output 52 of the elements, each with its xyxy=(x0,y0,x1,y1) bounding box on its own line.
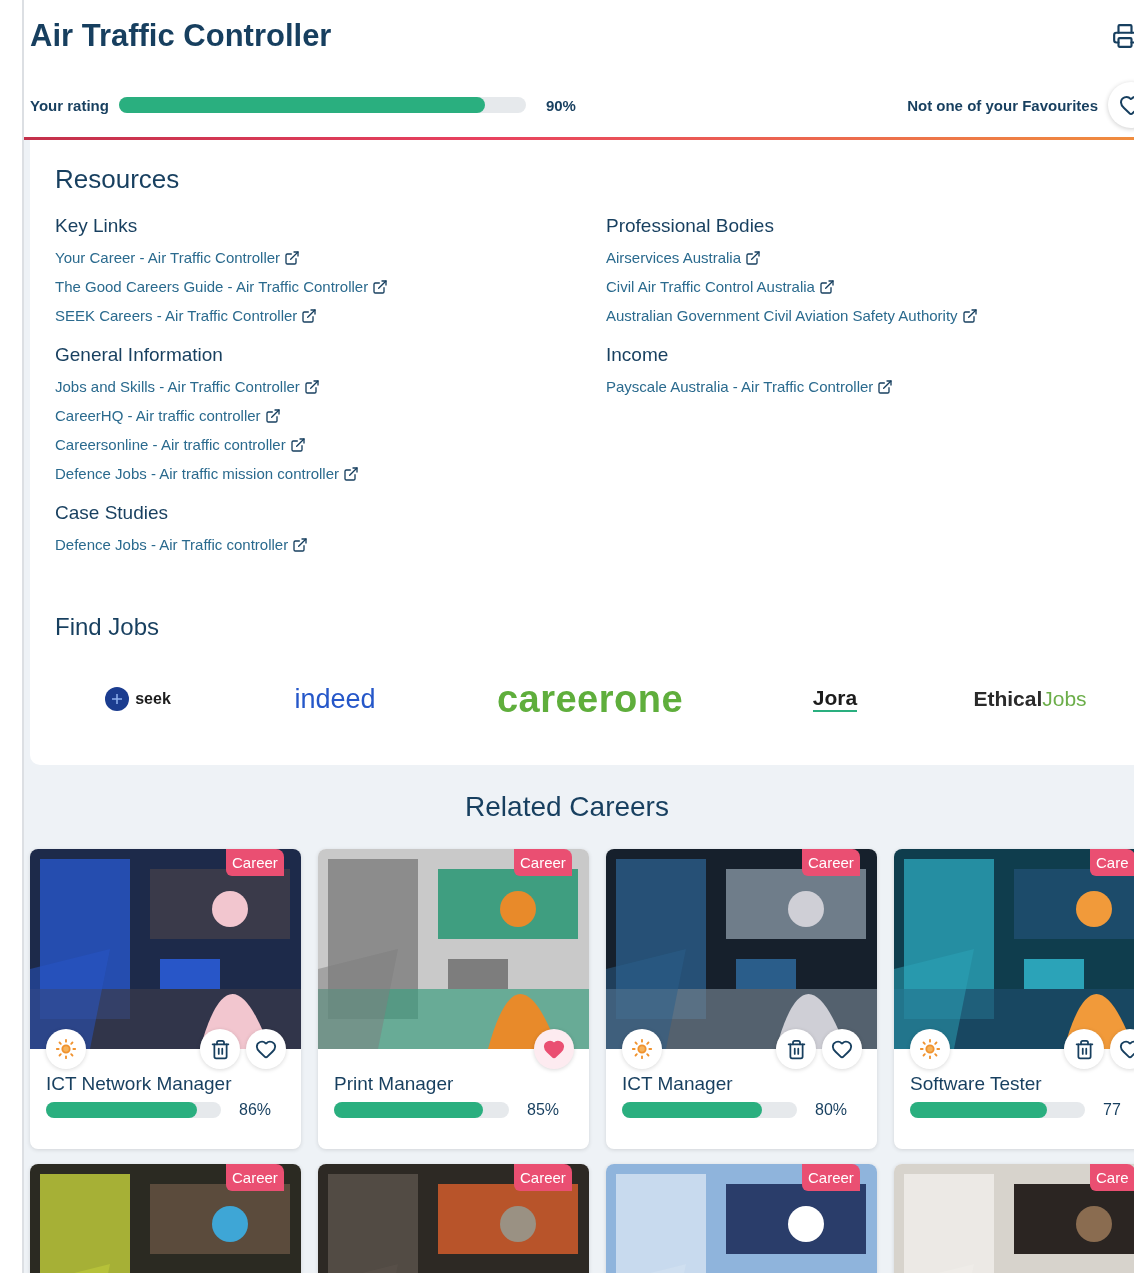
resource-link[interactable]: Jobs and Skills - Air Traffic Controller xyxy=(55,372,320,401)
career-tag: Career xyxy=(802,849,860,876)
career-card[interactable]: Career ICT Manager 80% xyxy=(606,849,877,1149)
career-title: ICT Manager xyxy=(622,1073,733,1095)
seek-logo[interactable]: seek xyxy=(104,686,171,712)
career-card[interactable]: Care xyxy=(894,1164,1134,1273)
career-tag: Career xyxy=(226,849,284,876)
group-heading: Key Links xyxy=(55,215,139,237)
favourite-status: Not one of your Favourites xyxy=(907,96,1098,114)
career-card[interactable]: Career Print Manager 85% xyxy=(318,849,589,1149)
career-title: Print Manager xyxy=(334,1073,454,1095)
resource-link[interactable]: Civil Air Traffic Control Australia xyxy=(606,272,835,301)
resource-link[interactable]: Defence Jobs - Air traffic mission controller xyxy=(55,459,359,488)
career-card[interactable]: Career xyxy=(30,1164,301,1273)
resource-link[interactable]: Payscale Australia - Air Traffic Controller xyxy=(606,372,894,401)
resource-link[interactable]: The Good Careers Guide - Air Traffic Controller xyxy=(55,272,389,301)
group-heading: General Information xyxy=(55,344,224,366)
resource-link[interactable]: CareerHQ - Air traffic controller xyxy=(55,401,281,430)
resource-link[interactable]: Your Career - Air Traffic Controller xyxy=(55,243,301,272)
career-tag: Career xyxy=(514,1164,572,1191)
section-heading: Find Jobs xyxy=(55,613,161,641)
section-heading: Related Careers xyxy=(464,791,670,823)
career-title: ICT Network Manager xyxy=(46,1073,232,1095)
career-tag: Career xyxy=(226,1164,284,1191)
resource-link[interactable]: SEEK Careers - Air Traffic Controller xyxy=(55,301,318,330)
career-tag: Career xyxy=(514,849,572,876)
resource-link[interactable]: Australian Government Civil Aviation Safety Authority xyxy=(606,301,978,330)
resource-link[interactable]: Careersonline - Air traffic controller xyxy=(55,430,306,459)
page-title: Air Traffic Controller xyxy=(30,18,332,54)
career-card[interactable]: Career xyxy=(318,1164,589,1273)
career-title: Software Tester xyxy=(910,1073,1042,1095)
career-card[interactable]: Career ICT Network Manager 86% xyxy=(30,849,301,1149)
resource-link[interactable]: Defence Jobs - Air Traffic controller xyxy=(55,530,309,559)
ethicaljobs-logo[interactable]: EthicalJobs xyxy=(973,687,1087,711)
group-heading: Professional Bodies xyxy=(606,215,775,237)
match-value: 77 xyxy=(1103,1101,1121,1119)
indeed-logo[interactable]: indeed xyxy=(294,683,376,715)
rating-value: 90% xyxy=(545,96,576,114)
match-value: 86% xyxy=(239,1101,272,1119)
group-heading: Income xyxy=(606,344,670,366)
jora-logo[interactable]: Jora xyxy=(812,686,858,712)
career-tag: Career xyxy=(802,1164,860,1191)
match-value: 85% xyxy=(527,1101,560,1119)
career-card[interactable]: Care Software Tester 77 xyxy=(894,849,1134,1149)
section-heading: Resources xyxy=(55,164,181,195)
career-tag: Care xyxy=(1090,849,1134,876)
match-value: 80% xyxy=(815,1101,848,1119)
career-tag: Care xyxy=(1090,1164,1134,1191)
career-card[interactable]: Career xyxy=(606,1164,877,1273)
resource-link[interactable]: Airservices Australia xyxy=(606,243,762,272)
rating-label: Your rating xyxy=(30,96,109,114)
group-heading: Case Studies xyxy=(55,502,169,524)
